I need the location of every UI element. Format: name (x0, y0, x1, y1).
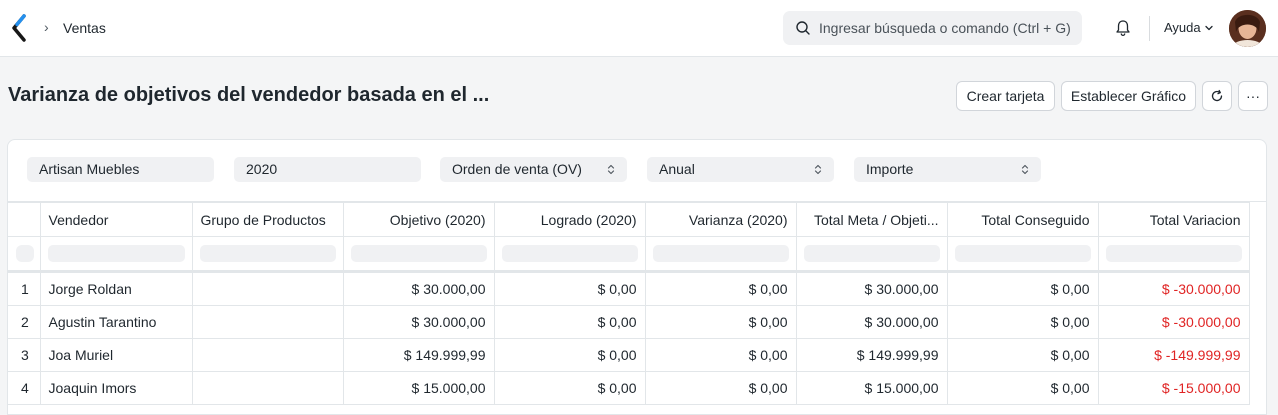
cell-total-conseguido[interactable]: $ 0,00 (946, 337, 1099, 372)
notification-bell-icon[interactable] (1113, 18, 1133, 38)
column-filter-total-variacion[interactable] (1097, 236, 1250, 271)
breadcrumb-ventas[interactable]: Ventas (63, 20, 106, 36)
filter-fiscal-year-value: 2020 (246, 161, 278, 177)
column-header-total-conseguido[interactable]: Total Conseguido (946, 202, 1099, 237)
cell-vendedor[interactable]: Joaquin Imors (39, 370, 193, 405)
cell-total-conseguido[interactable]: $ 0,00 (946, 304, 1099, 339)
search-input[interactable]: Ingresar búsqueda o comando (Ctrl + G) (819, 20, 1071, 36)
navbar-divider (1149, 16, 1150, 41)
breadcrumb-separator: › (44, 19, 49, 35)
cell-varianza[interactable]: $ 0,00 (644, 337, 797, 372)
cell-logrado[interactable]: $ 0,00 (493, 337, 646, 372)
column-header-vendedor[interactable]: Vendedor (39, 202, 193, 237)
column-header-index (8, 202, 41, 237)
filter-period[interactable]: Anual (647, 157, 834, 182)
filter-company-value: Artisan Muebles (39, 161, 140, 177)
row-index: 3 (8, 337, 41, 372)
cell-grupo[interactable] (191, 337, 344, 372)
search-icon (796, 21, 810, 35)
column-filter-total-conseguido[interactable] (946, 236, 1099, 271)
search-bar[interactable]: Ingresar búsqueda o comando (Ctrl + G) (783, 11, 1082, 45)
page-title: Varianza de objetivos del vendedor basad… (8, 84, 490, 106)
cell-objetivo[interactable]: $ 15.000,00 (342, 370, 495, 405)
cell-total-variacion[interactable]: $ -149.999,99 (1097, 337, 1250, 372)
column-header-varianza[interactable]: Varianza (2020) (644, 202, 797, 237)
column-filter-vendedor[interactable] (39, 236, 193, 271)
cell-varianza[interactable]: $ 0,00 (644, 370, 797, 405)
cell-total-variacion[interactable]: $ -15.000,00 (1097, 370, 1250, 405)
table-row[interactable]: 3 Joa Muriel $ 149.999,99 $ 0,00 $ 0,00 … (8, 337, 1250, 372)
cell-vendedor[interactable]: Jorge Roldan (39, 271, 193, 306)
cell-vendedor[interactable]: Joa Muriel (39, 337, 193, 372)
filter-doctype-value: Orden de venta (OV) (452, 161, 582, 177)
column-header-logrado[interactable]: Logrado (2020) (493, 202, 646, 237)
filter-fiscal-year[interactable]: 2020 (234, 157, 421, 182)
filter-target-on-value: Importe (866, 161, 914, 177)
column-filter-logrado[interactable] (493, 236, 646, 271)
cell-varianza[interactable]: $ 0,00 (644, 304, 797, 339)
cell-grupo[interactable] (191, 304, 344, 339)
column-filter-total-meta[interactable] (795, 236, 948, 271)
cell-total-meta[interactable]: $ 15.000,00 (795, 370, 948, 405)
refresh-icon (1211, 89, 1223, 102)
more-options-button[interactable]: ··· (1238, 81, 1268, 111)
column-filter-row (8, 236, 1250, 271)
row-index: 2 (8, 304, 41, 339)
column-header-total-variacion[interactable]: Total Variacion (1097, 202, 1250, 237)
cell-grupo[interactable] (191, 370, 344, 405)
cell-total-conseguido[interactable]: $ 0,00 (946, 370, 1099, 405)
report-table: Vendedor Grupo de Productos Objetivo (20… (8, 202, 1250, 405)
navbar: › Ventas Ingresar búsqueda o comando (Ct… (0, 0, 1278, 57)
help-dropdown[interactable]: Ayuda (1164, 20, 1201, 35)
cell-objetivo[interactable]: $ 30.000,00 (342, 304, 495, 339)
cell-logrado[interactable]: $ 0,00 (493, 370, 646, 405)
frappe-logo-icon[interactable] (10, 14, 30, 42)
select-arrows-icon (607, 164, 615, 175)
cell-grupo[interactable] (191, 271, 344, 306)
filter-period-value: Anual (659, 161, 695, 177)
column-header-objetivo[interactable]: Objetivo (2020) (342, 202, 495, 237)
column-header-total-meta[interactable]: Total Meta / Objeti... (795, 202, 948, 237)
cell-vendedor[interactable]: Agustin Tarantino (39, 304, 193, 339)
column-filter-index[interactable] (8, 236, 41, 271)
column-filter-varianza[interactable] (644, 236, 797, 271)
filter-target-on[interactable]: Importe (854, 157, 1041, 182)
table-header-row: Vendedor Grupo de Productos Objetivo (20… (8, 202, 1250, 237)
cell-total-meta[interactable]: $ 30.000,00 (795, 304, 948, 339)
row-index: 4 (8, 370, 41, 405)
table-row[interactable]: 2 Agustin Tarantino $ 30.000,00 $ 0,00 $… (8, 304, 1250, 339)
select-arrows-icon (814, 164, 822, 175)
table-row[interactable]: 4 Joaquin Imors $ 15.000,00 $ 0,00 $ 0,0… (8, 370, 1250, 405)
create-card-button[interactable]: Crear tarjeta (956, 81, 1055, 111)
cell-objetivo[interactable]: $ 30.000,00 (342, 271, 495, 306)
select-arrows-icon (1021, 164, 1029, 175)
cell-objetivo[interactable]: $ 149.999,99 (342, 337, 495, 372)
cell-total-variacion[interactable]: $ -30.000,00 (1097, 271, 1250, 306)
refresh-button[interactable] (1202, 81, 1232, 111)
cell-varianza[interactable]: $ 0,00 (644, 271, 797, 306)
column-filter-grupo[interactable] (191, 236, 344, 271)
cell-total-variacion[interactable]: $ -30.000,00 (1097, 304, 1250, 339)
column-header-grupo[interactable]: Grupo de Productos (191, 202, 344, 237)
column-filter-objetivo[interactable] (342, 236, 495, 271)
cell-total-meta[interactable]: $ 30.000,00 (795, 271, 948, 306)
user-avatar[interactable] (1229, 10, 1266, 47)
set-chart-button[interactable]: Establecer Gráfico (1061, 81, 1196, 111)
report-card: Artisan Muebles 2020 Orden de venta (OV)… (7, 139, 1267, 415)
cell-logrado[interactable]: $ 0,00 (493, 271, 646, 306)
cell-total-conseguido[interactable]: $ 0,00 (946, 271, 1099, 306)
row-index: 1 (8, 271, 41, 306)
cell-total-meta[interactable]: $ 149.999,99 (795, 337, 948, 372)
filter-doctype[interactable]: Orden de venta (OV) (440, 157, 627, 182)
table-row[interactable]: 1 Jorge Roldan $ 30.000,00 $ 0,00 $ 0,00… (8, 271, 1250, 306)
chevron-down-icon[interactable] (1204, 23, 1214, 33)
filter-company[interactable]: Artisan Muebles (27, 157, 214, 182)
cell-logrado[interactable]: $ 0,00 (493, 304, 646, 339)
